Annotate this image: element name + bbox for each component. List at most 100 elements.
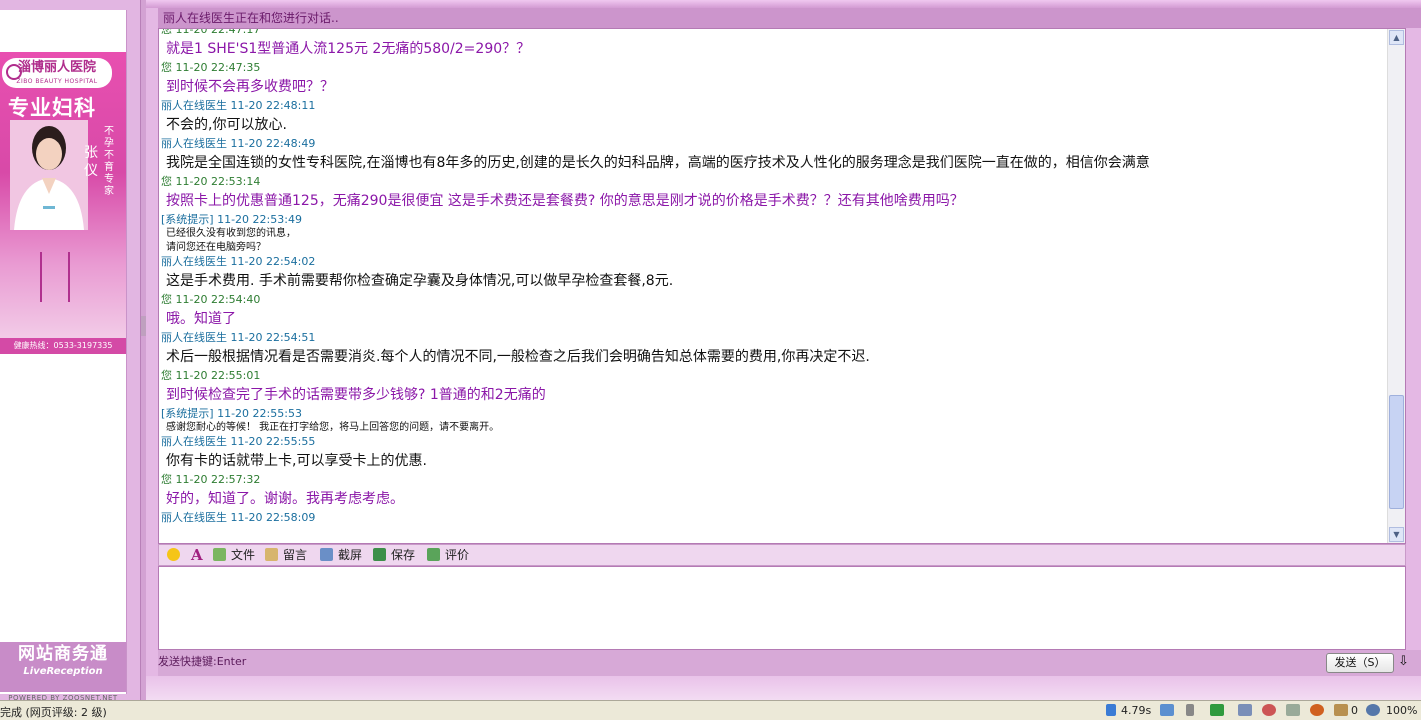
scrollbar-thumb[interactable]: [1389, 395, 1404, 509]
message-button[interactable]: 留言: [265, 547, 307, 563]
message-input[interactable]: [158, 566, 1406, 650]
message-body: 到时候不会再多收费吧？？: [166, 79, 334, 95]
popup-icon[interactable]: [1286, 704, 1300, 716]
message-line: 请问您还在电脑旁吗？: [166, 242, 266, 253]
doctor-message: 丽人在线医生 11-20 22:54:51 术后一般根据情况看是否需要消炎.每个人…: [159, 331, 1387, 369]
screenshot-button[interactable]: 截屏: [320, 547, 362, 563]
message-body: 我院是全国连锁的女性专科医院,在淄博也有8年多的历史,创建的是长久的妇科品牌，高…: [166, 155, 1150, 171]
health-hotline: 健康热线：0533-3197335: [0, 338, 126, 354]
doctor-message: 丽人在线医生 11-20 22:55:55 你有卡的话就带上卡,可以享受卡上的优惠…: [159, 435, 1387, 473]
hospital-name-en: ZIBO BEAUTY HOSPITAL: [16, 78, 98, 85]
specialty-title: 专业妇科: [8, 96, 96, 120]
message-header: 您 11-20 22:54:40: [161, 293, 261, 306]
scrollbar[interactable]: ▲ ▼: [1387, 29, 1405, 543]
message-header: 丽人在线医生 11-20 22:48:11: [161, 99, 316, 112]
sound-icon[interactable]: [1238, 704, 1252, 716]
file-button[interactable]: 文件: [213, 547, 255, 563]
send-options-arrow-icon[interactable]: ⇩: [1398, 653, 1409, 671]
notes-icon[interactable]: [1334, 704, 1348, 716]
top-edge: [146, 0, 1421, 8]
send-bar: 发送快捷键:Enter 发送（S） ⇩: [158, 650, 1421, 676]
message-body: 到时候检查完了手术的话需要带多少钱够? 1普通的和2无痛的: [166, 387, 546, 403]
message-body: 哦。知道了: [166, 311, 236, 327]
message-body: 这是手术费用. 手术前需要帮你检查确定孕囊及身体情况,可以做早孕检查套餐,8元.: [166, 273, 674, 289]
visitor-message: 您 11-20 22:55:01 到时候检查完了手术的话需要带多少钱够? 1普通的…: [159, 369, 1387, 407]
rate-icon: [427, 548, 440, 561]
message-body: 就是1 SHE'S1型普通人流125元 2无痛的580/2=290？？: [166, 41, 531, 57]
message-header: 您 11-20 22:55:01: [161, 369, 261, 382]
message-header: 您 11-20 22:47:17: [161, 28, 261, 36]
screenshot-icon: [320, 548, 333, 561]
lock-icon: [1186, 704, 1194, 716]
sidebar-panel: 淄博丽人医院 ZIBO BEAUTY HOSPITAL 专业妇科 张仪 不孕不育…: [0, 10, 127, 702]
visitor-message: 您 11-20 22:47:35 到时候不会再多收费吧？？: [159, 61, 1387, 99]
security-icon[interactable]: [1262, 704, 1276, 716]
decorative-lines: [40, 252, 80, 302]
status-text: 完成 (网页评级: 2 级): [0, 706, 107, 719]
message-line: 感谢您耐心的等候！ 我正在打字给您，将马上回答您的问题，请不要离开。: [166, 422, 500, 433]
browser-status-bar: 完成 (网页评级: 2 级) 4.79s 0 100%: [0, 700, 1421, 720]
send-button[interactable]: 发送（S）: [1326, 653, 1394, 673]
load-time: 4.79s: [1121, 704, 1152, 717]
doctor-name: 张仪: [84, 145, 98, 179]
message-header: 您 11-20 22:53:14: [161, 175, 261, 188]
chat-status-title: 丽人在线医生正在和您进行对话..: [158, 8, 1421, 28]
message-body: 按照卡上的优惠普通125，无痛290是很便宜 这是手术费还是套餐费? 你的意思是…: [166, 193, 964, 209]
hospital-name: 淄博丽人医院: [17, 60, 96, 75]
message-body: 你有卡的话就带上卡,可以享受卡上的优惠.: [166, 453, 427, 469]
note-icon: [265, 548, 278, 561]
message-label: 留言: [283, 548, 308, 562]
doctor-message: 丽人在线医生 11-20 22:48:11 不会的,你可以放心.: [159, 99, 1387, 137]
emoji-icon: [167, 548, 180, 561]
visitor-message: 您 11-20 22:53:14 按照卡上的优惠普通125，无痛290是很便宜 这…: [159, 175, 1387, 213]
message-header: 丽人在线医生 11-20 22:54:51: [161, 331, 316, 344]
doctor-message: 丽人在线医生 11-20 22:48:49 我院是全国连锁的女性专科医院,在淄博也…: [159, 137, 1387, 175]
brand-name-cn: 网站商务通: [18, 644, 108, 664]
message-header: 丽人在线医生 11-20 22:54:02: [161, 255, 316, 268]
doctor-slogan: 不孕不育专家: [104, 126, 114, 197]
save-button[interactable]: 保存: [373, 547, 415, 563]
sidebar: 淄博丽人医院 ZIBO BEAUTY HOSPITAL 专业妇科 张仪 不孕不育…: [0, 0, 140, 719]
system-message: [系统提示] 11-20 22:55:53 感谢您耐心的等候！ 我正在打字给您，将…: [159, 407, 1387, 435]
zoom-icon[interactable]: [1366, 704, 1380, 716]
download-icon[interactable]: [1210, 704, 1224, 716]
rate-button[interactable]: 评价: [427, 547, 469, 563]
doctor-message: 丽人在线医生 11-20 22:54:02 这是手术费用. 手术前需要帮你检查确定…: [159, 255, 1387, 293]
visitor-message: 您 11-20 22:57:32 好的，知道了。谢谢。我再考虑考虑。: [159, 473, 1387, 511]
scroll-down-button[interactable]: ▼: [1389, 527, 1404, 542]
message-body: 术后一般根据情况看是否需要消炎.每个人的情况不同,一般检查之后我们会明确告知总体…: [166, 349, 870, 365]
message-body: 好的，知道了。谢谢。我再考虑考虑。: [166, 491, 404, 507]
shortcut-hint: 发送快捷键:Enter: [158, 655, 247, 668]
file-label: 文件: [231, 548, 256, 562]
input-toolbar: A 文件 留言 截屏 保存 评价: [158, 544, 1406, 566]
emoji-button[interactable]: [167, 547, 185, 563]
message-body: 感谢您耐心的等候！ 我正在打字给您，将马上回答您的问题，请不要离开。: [161, 421, 1387, 435]
save-label: 保存: [391, 548, 416, 562]
scroll-up-button[interactable]: ▲: [1389, 30, 1404, 45]
brand-logo: 网站商务通 LiveReception: [0, 642, 126, 692]
message-line: 已经很久没有收到您的讯息，: [166, 228, 296, 239]
message-header: 您 11-20 22:57:32: [161, 473, 261, 486]
adblock-icon[interactable]: [1310, 704, 1324, 716]
message-history[interactable]: 您 11-20 22:47:17 就是1 SHE'S1型普通人流125元 2无痛的…: [158, 28, 1406, 544]
notification-count: 0: [1351, 704, 1358, 717]
save-icon: [373, 548, 386, 561]
doctor-message: 丽人在线医生 11-20 22:58:09: [159, 511, 1387, 525]
zoom-level[interactable]: 100%: [1386, 704, 1417, 717]
speed-icon: [1106, 704, 1116, 716]
chat-window: 丽人在线医生正在和您进行对话.. 您 11-20 22:47:17 就是1 SHE…: [146, 0, 1421, 700]
message-header: 丽人在线医生 11-20 22:48:49: [161, 137, 316, 150]
bottom-edge: [146, 676, 1421, 700]
doctor-portrait-image: [10, 120, 88, 230]
message-body: 已经很久没有收到您的讯息， 请问您还在电脑旁吗？: [161, 227, 1387, 255]
hospital-logo: 淄博丽人医院 ZIBO BEAUTY HOSPITAL: [2, 58, 112, 88]
message-header: [系统提示] 11-20 22:55:53: [161, 407, 302, 420]
message-header: [系统提示] 11-20 22:53:49: [161, 213, 302, 226]
screenshot-label: 截屏: [338, 548, 363, 562]
edit-icon[interactable]: [1160, 704, 1174, 716]
system-message: [系统提示] 11-20 22:53:49 已经很久没有收到您的讯息， 请问您还在电…: [159, 213, 1387, 255]
message-body: 不会的,你可以放心.: [166, 117, 287, 133]
message-list: 您 11-20 22:47:17 就是1 SHE'S1型普通人流125元 2无痛的…: [159, 28, 1387, 525]
font-icon[interactable]: A: [191, 547, 203, 563]
advertisement-banner[interactable]: 淄博丽人医院 ZIBO BEAUTY HOSPITAL 专业妇科 张仪 不孕不育…: [0, 52, 126, 354]
